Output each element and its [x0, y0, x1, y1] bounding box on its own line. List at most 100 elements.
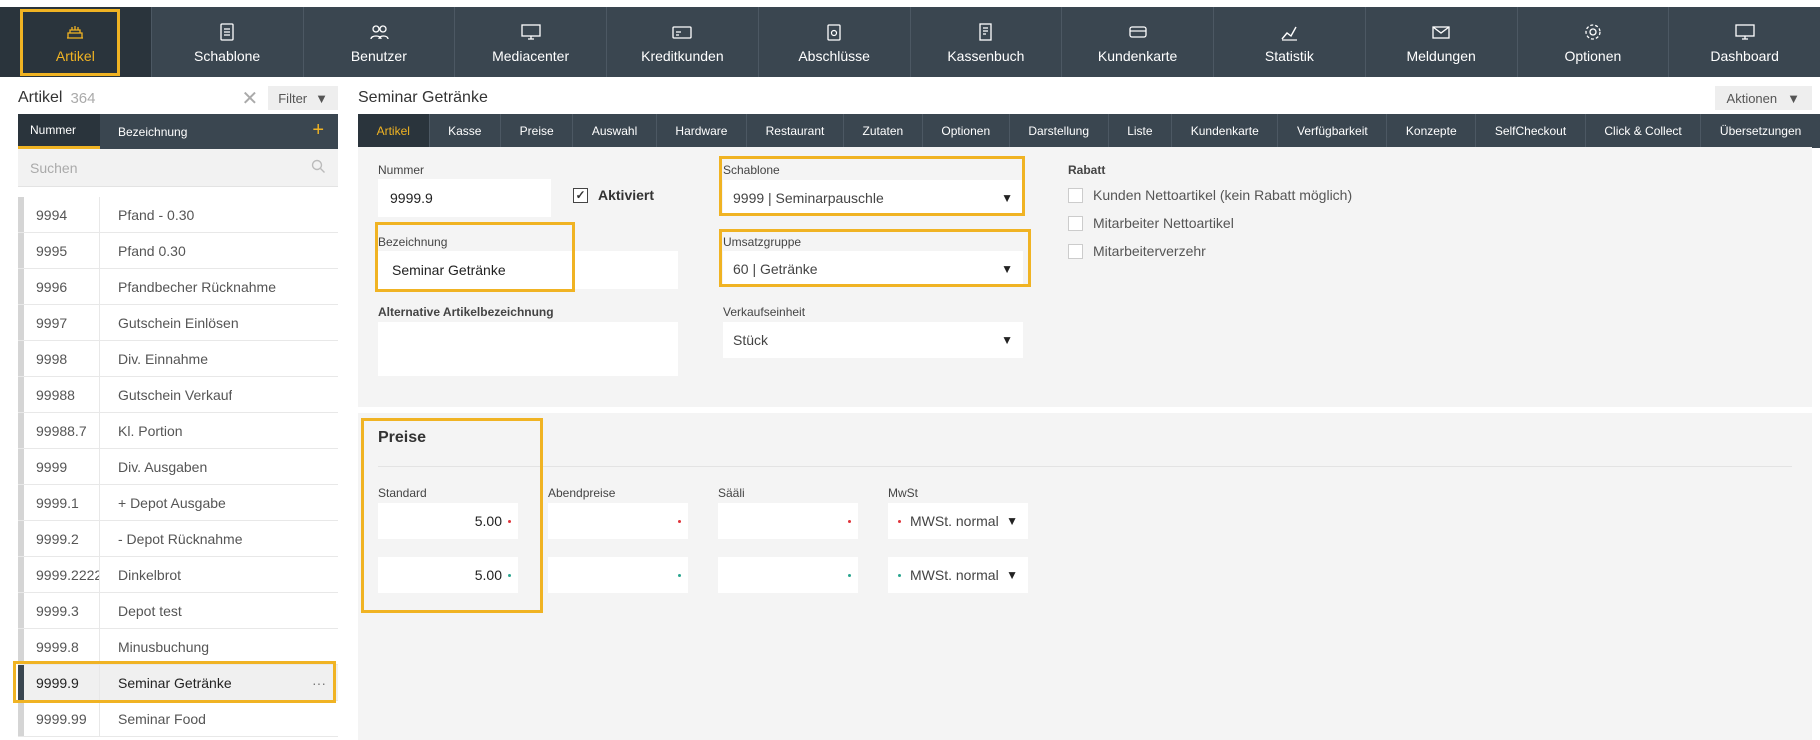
caret-down-icon: ▼: [1006, 568, 1018, 582]
tab-uebersetzungen[interactable]: Übersetzungen: [1701, 114, 1820, 148]
nav-label: Dashboard: [1710, 47, 1779, 64]
rabatt-option[interactable]: Mitarbeiter Nettoartikel: [1068, 215, 1234, 231]
clear-icon[interactable]: ✕: [241, 86, 258, 111]
rabatt-option[interactable]: Mitarbeiterverzehr: [1068, 243, 1206, 259]
schablone-label: Schablone: [723, 163, 780, 177]
bezeichnung-label: Bezeichnung: [378, 235, 448, 249]
verkaufseinheit-select[interactable]: Stück ▼: [723, 322, 1023, 358]
tab-kasse[interactable]: Kasse: [430, 114, 502, 148]
list-item[interactable]: 9994 Pfand - 0.30: [18, 197, 338, 233]
price-saali-input[interactable]: [718, 503, 858, 539]
list-item[interactable]: 9999.2222 Dinkelbrot: [18, 557, 338, 593]
umsatzgruppe-select[interactable]: 60 | Getränke ▼: [723, 251, 1023, 287]
card-icon: [671, 21, 693, 43]
list-item[interactable]: 9999.1 + Depot Ausgabe: [18, 485, 338, 521]
tab-konzepte[interactable]: Konzepte: [1387, 114, 1477, 148]
list-item[interactable]: 9998 Div. Einnahme: [18, 341, 338, 377]
list-column-header: Nummer Bezeichnung +: [18, 114, 338, 149]
list-item[interactable]: 9999 Div. Ausgaben: [18, 449, 338, 485]
list-item[interactable]: 9996Pfandbecher Rücknahme - 1 €: [18, 269, 338, 305]
list-item[interactable]: 99988 Gutschein Verkauf: [18, 377, 338, 413]
rabatt-label: Rabatt: [1068, 163, 1106, 177]
tab-preise[interactable]: Preise: [501, 114, 574, 148]
nav-artikel[interactable]: Artikel: [0, 7, 152, 77]
nav-kreditkunden[interactable]: Kreditkunden: [607, 7, 759, 77]
list-item[interactable]: 99988.7 Kl. Portion: [18, 413, 338, 449]
schablone-select[interactable]: 9999 | Seminarpauschle ▼: [723, 180, 1023, 216]
monitor-icon: [520, 21, 542, 43]
nav-benutzer[interactable]: Benutzer: [304, 7, 456, 77]
tab-verfuegbarkeit[interactable]: Verfügbarkeit: [1278, 114, 1388, 148]
alt-bezeichnung-textarea[interactable]: [378, 322, 678, 376]
price-abend-input[interactable]: [548, 503, 688, 539]
aktiviert-checkbox[interactable]: ✓ Aktiviert: [573, 187, 654, 203]
filter-button[interactable]: Filter ▼: [268, 86, 338, 110]
caret-down-icon: ▼: [315, 90, 328, 106]
col-saali-label: Sääli: [718, 486, 745, 500]
nav-label: Kundenkarte: [1097, 47, 1178, 64]
search-icon: [311, 159, 326, 177]
search-input[interactable]: Suchen: [18, 149, 338, 187]
price-standard-input[interactable]: 5.00: [378, 503, 518, 539]
caret-down-icon: ▼: [1001, 262, 1013, 276]
nav-meldungen[interactable]: Meldungen: [1366, 7, 1518, 77]
tab-hardware[interactable]: Hardware: [657, 114, 748, 148]
tab-kundenkarte[interactable]: Kundenkarte: [1172, 114, 1279, 148]
tab-darstellung[interactable]: Darstellung: [1010, 114, 1109, 148]
tab-click-collect[interactable]: Click & Collect: [1586, 114, 1702, 148]
verkaufseinheit-label: Verkaufseinheit: [723, 305, 806, 319]
column-name[interactable]: Bezeichnung: [100, 125, 187, 139]
tab-liste[interactable]: Liste: [1109, 114, 1173, 148]
mwst-select[interactable]: MWSt. normal ▼: [888, 557, 1028, 593]
list-item[interactable]: 9999.99 Seminar Food: [18, 701, 338, 737]
add-icon[interactable]: +: [312, 119, 324, 142]
actions-button[interactable]: Aktionen ▼: [1714, 86, 1812, 110]
rabatt-option[interactable]: Kunden Nettoartikel (kein Rabatt möglich…: [1068, 187, 1352, 203]
nav-kassenbuch[interactable]: Kassenbuch: [911, 7, 1063, 77]
umsatzgruppe-value: 60 | Getränke: [733, 261, 818, 277]
nav-abschluesse[interactable]: Abschlüsse: [759, 7, 911, 77]
list-item[interactable]: 9999.3 Depot test: [18, 593, 338, 629]
nav-schablone[interactable]: Schablone: [152, 7, 304, 77]
actions-label: Aktionen: [1726, 90, 1778, 106]
nav-mediacenter[interactable]: Mediacenter: [455, 7, 607, 77]
more-icon[interactable]: ···: [312, 675, 326, 691]
gear-icon: [1583, 21, 1603, 43]
verkaufseinheit-value: Stück: [733, 332, 769, 348]
monitor-icon: [1734, 21, 1756, 43]
list-item[interactable]: 9999.8 Minusbuchung: [18, 629, 338, 665]
nav-kundenkarte[interactable]: Kundenkarte: [1062, 7, 1214, 77]
list-title: Artikel: [18, 89, 63, 106]
list-item[interactable]: 9995 Pfand 0.30: [18, 233, 338, 269]
schablone-value: 9999 | Seminarpauschle: [733, 190, 884, 206]
price-abend-input[interactable]: [548, 557, 688, 593]
tab-selfcheckout[interactable]: SelfCheckout: [1476, 114, 1586, 148]
price-saali-input[interactable]: [718, 557, 858, 593]
tab-optionen[interactable]: Optionen: [923, 114, 1010, 148]
price-standard-input[interactable]: 5.00: [378, 557, 518, 593]
list-item[interactable]: 9999.2- Depot Rücknahme: [18, 521, 338, 557]
col-abend-label: Abendpreise: [548, 486, 616, 500]
column-number[interactable]: Nummer: [18, 114, 100, 149]
list-item[interactable]: 9997 Gutschein Einlösen: [18, 305, 338, 341]
preise-panel: Preise Standard Abendpreise Sääli MwSt 5…: [358, 413, 1812, 740]
mwst-select[interactable]: MWSt. normal ▼: [888, 503, 1028, 539]
umsatzgruppe-label: Umsatzgruppe: [723, 235, 802, 249]
nav-dashboard[interactable]: Dashboard: [1669, 7, 1820, 77]
nav-statistik[interactable]: Statistik: [1214, 7, 1366, 77]
col-standard-label: Standard: [378, 486, 427, 500]
tab-zutaten[interactable]: Zutaten: [844, 114, 923, 148]
chart-icon: [1279, 21, 1299, 43]
col-mwst-label: MwSt: [888, 486, 918, 500]
nav-label: Benutzer: [350, 47, 407, 64]
nav-optionen[interactable]: Optionen: [1518, 7, 1670, 77]
tab-artikel[interactable]: Artikel: [358, 114, 430, 148]
caret-down-icon: ▼: [1001, 191, 1013, 205]
bezeichnung-field[interactable]: Seminar Getränke: [378, 251, 678, 289]
divider: [378, 466, 1792, 467]
users-icon: [368, 21, 390, 43]
tab-restaurant[interactable]: Restaurant: [747, 114, 844, 148]
nummer-field[interactable]: 9999.9: [378, 179, 551, 217]
tab-auswahl[interactable]: Auswahl: [573, 114, 657, 148]
list-item-selected[interactable]: 9999.9 Seminar Getränke ···: [18, 665, 338, 701]
